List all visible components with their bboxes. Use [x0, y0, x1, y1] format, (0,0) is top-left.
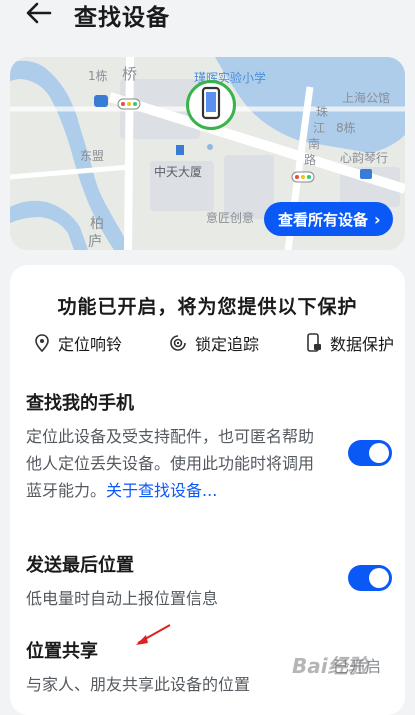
send-last-location-setting[interactable]: 发送最后位置 低电量时自动上报位置信息: [26, 551, 396, 612]
map-label: 心韵琴行: [340, 151, 389, 165]
map-label: 南: [308, 137, 321, 151]
feature-data-protect: 数据保护: [306, 331, 394, 355]
find-my-phone-setting[interactable]: 查找我的手机 定位此设备及受支持配件，也可匿名帮助他人定位丢失设备。使用此功能时…: [26, 389, 396, 504]
feature-label: 锁定追踪: [194, 335, 259, 354]
map-label: 珠: [316, 105, 329, 119]
feature-label: 定位响铃: [58, 335, 123, 354]
protection-card: 功能已开启，将为您提供以下保护 定位响铃 锁定追踪 数据保护 查找我的手机 定位…: [10, 265, 405, 715]
map-label: 桥: [122, 65, 138, 83]
map-label: 路: [304, 153, 317, 167]
map-label: 庐: [88, 234, 102, 250]
view-all-devices-button[interactable]: 查看所有设备 ›: [264, 202, 393, 236]
send-last-location-toggle[interactable]: [348, 565, 392, 591]
map-label: 1栋: [88, 69, 108, 83]
location-pin-icon: [35, 334, 49, 352]
map-label: 8栋: [336, 121, 356, 135]
view-all-devices-label: 查看所有设备: [278, 210, 369, 229]
page-title: 查找设备: [74, 5, 170, 31]
protection-heading: 功能已开启，将为您提供以下保护: [57, 296, 358, 318]
map-label: 上海公馆: [342, 91, 391, 105]
map-label: 柏: [90, 216, 104, 232]
feature-locate-ring: 定位响铃: [34, 331, 122, 355]
back-arrow-icon[interactable]: [24, 0, 54, 28]
send-last-location-description: 低电量时自动上报位置信息: [26, 589, 219, 608]
toggle-knob: [369, 443, 389, 463]
annotation-arrow-icon: [136, 624, 171, 645]
phone-icon: [201, 86, 221, 120]
map-label: 中天大厦: [154, 165, 203, 179]
map-label: 东盟: [80, 149, 105, 163]
map-label: 意匠创意: [206, 211, 255, 225]
feature-list: 定位响铃 锁定追踪 数据保护: [34, 331, 394, 355]
find-my-phone-description: 定位此设备及受支持配件，也可匿名帮助他人定位丢失设备。使用此功能时将调用蓝牙能力…: [26, 423, 320, 504]
device-map[interactable]: 1栋 桥 瑾晖实验小学 上海公馆 珠 江 南 路 8栋 心韵琴行 东盟 中天大厦…: [10, 57, 405, 250]
toggle-knob: [369, 568, 389, 588]
map-label: 江: [313, 121, 326, 135]
feature-label: 数据保护: [329, 335, 394, 354]
feature-lock-track: 锁定追踪: [169, 331, 259, 355]
chevron-right-icon: ›: [374, 209, 381, 229]
top-bar: 查找设备: [0, 0, 415, 34]
find-my-phone-toggle[interactable]: [348, 440, 392, 466]
send-last-location-title: 发送最后位置: [26, 555, 134, 576]
watermark: Bai经验: [292, 654, 368, 678]
find-my-phone-title: 查找我的手机: [26, 393, 134, 414]
device-location-pin[interactable]: [186, 80, 236, 130]
about-find-device-link[interactable]: 关于查找设备...: [106, 481, 217, 500]
phone-lock-icon: [307, 333, 321, 352]
lock-track-icon: [170, 335, 186, 351]
